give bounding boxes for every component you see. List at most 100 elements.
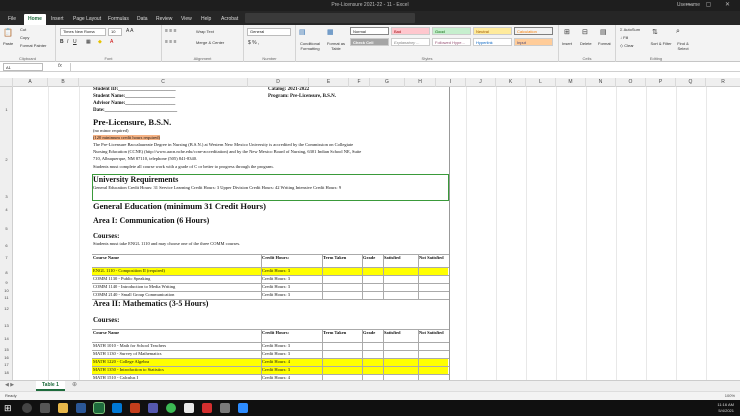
tab-view[interactable]: View (177, 14, 196, 25)
search-icon[interactable] (22, 403, 32, 413)
find-select-button[interactable]: Find & Select (672, 41, 694, 51)
column-header[interactable]: E (309, 78, 349, 87)
row-header[interactable]: 18 (0, 370, 13, 375)
column-header[interactable]: A (13, 78, 48, 87)
format-as-table-button[interactable]: Format as Table (324, 41, 348, 51)
column-header[interactable]: P (646, 78, 676, 87)
tab-review[interactable]: Review (152, 14, 176, 25)
name-box[interactable]: A1 (3, 63, 43, 71)
row-header[interactable]: 10 (0, 288, 13, 293)
borders-icon[interactable]: ▦ (86, 39, 91, 45)
find-select-icon[interactable]: ⌕ (676, 28, 680, 36)
fill-color-icon[interactable]: ◆ (98, 39, 102, 45)
tab-formulas[interactable]: Formulas (104, 14, 133, 25)
tab-insert[interactable]: Insert (47, 14, 68, 25)
row-header[interactable]: 16 (0, 355, 13, 360)
file-explorer-icon[interactable] (58, 403, 68, 413)
delete-button[interactable]: Delete (580, 41, 592, 46)
paste-button[interactable]: Paste (3, 41, 13, 46)
row-header[interactable]: 9 (0, 280, 13, 285)
powerpoint-icon[interactable] (130, 403, 140, 413)
row-header[interactable]: 7 (0, 255, 13, 260)
style-normal[interactable]: Normal (350, 27, 389, 35)
column-header[interactable]: F (349, 78, 370, 87)
style-explanatory[interactable]: Explanatory ... (391, 38, 430, 46)
row-header[interactable]: 14 (0, 336, 13, 341)
word-icon[interactable] (76, 403, 86, 413)
formula-input[interactable] (70, 63, 735, 71)
format-button[interactable]: Format (598, 41, 611, 46)
zoom-level[interactable]: 100% (725, 393, 735, 398)
format-as-table-icon[interactable]: ▦ (327, 28, 334, 36)
bold-button[interactable]: B (60, 39, 64, 45)
app-icon[interactable] (220, 403, 230, 413)
autosum-button[interactable]: Σ AutoSum (620, 27, 640, 32)
copy-button[interactable]: Copy (20, 35, 29, 40)
style-input[interactable]: Input (514, 38, 553, 46)
clear-button[interactable]: ◇ Clear (620, 43, 634, 48)
tab-page-layout[interactable]: Page Layout (69, 14, 105, 25)
select-all-corner[interactable] (0, 78, 13, 87)
window-controls[interactable]: — ▢ ✕ (686, 1, 736, 8)
style-neutral[interactable]: Neutral (473, 27, 512, 35)
insert-button[interactable]: Insert (562, 41, 572, 46)
merge-center-button[interactable]: Merge & Center (196, 40, 224, 45)
format-cells-icon[interactable]: ▤ (600, 28, 607, 36)
cut-button[interactable]: Cut (20, 27, 26, 32)
paste-icon[interactable]: 📋 (3, 28, 13, 37)
column-header[interactable]: G (370, 78, 405, 87)
style-followed-hyperlink[interactable]: Followed Hype... (432, 38, 471, 46)
italic-button[interactable]: I (67, 39, 68, 45)
row-header[interactable]: 11 (0, 295, 13, 300)
column-header[interactable]: C (79, 78, 248, 87)
column-header[interactable]: I (436, 78, 466, 87)
wrap-text-button[interactable]: Wrap Text (196, 29, 214, 34)
style-calculation[interactable]: Calculation (514, 27, 553, 35)
excel-icon[interactable] (93, 402, 105, 414)
row-header[interactable]: 13 (0, 323, 13, 328)
column-header[interactable]: J (466, 78, 496, 87)
insert-cells-icon[interactable]: ⊞ (564, 28, 570, 36)
column-header[interactable]: R (706, 78, 740, 87)
add-sheet-icon[interactable]: ⊕ (72, 381, 77, 388)
align-left-icon[interactable]: ≡ ≡ ≡ (165, 39, 177, 45)
currency-icon[interactable]: $ % , (248, 40, 259, 46)
system-clock[interactable]: 11:16 AM 5/4/2021 (717, 402, 734, 414)
underline-button[interactable]: U (73, 39, 77, 45)
column-header[interactable]: Q (676, 78, 706, 87)
chrome-icon[interactable] (166, 403, 176, 413)
grow-font-icon[interactable]: A A (126, 28, 134, 34)
align-top-icon[interactable]: ≡ ≡ ≡ (165, 28, 177, 34)
column-header[interactable]: L (526, 78, 556, 87)
worksheet-grid[interactable]: Student ID:_______________________ Stude… (13, 87, 740, 380)
font-size-select[interactable]: 10 (108, 28, 122, 36)
column-header[interactable]: K (496, 78, 526, 87)
tab-home[interactable]: Home (24, 14, 46, 25)
style-hyperlink[interactable]: Hyperlink (473, 38, 512, 46)
outlook-icon[interactable] (112, 403, 122, 413)
tab-file[interactable]: File (4, 14, 20, 25)
acrobat-icon[interactable] (202, 403, 212, 413)
sort-filter-button[interactable]: Sort & Filter (650, 41, 672, 46)
row-header[interactable]: 15 (0, 347, 13, 352)
fill-button[interactable]: ↓ Fill (620, 35, 628, 40)
row-header[interactable]: 5 (0, 226, 13, 231)
style-check-cell[interactable]: Check Cell (350, 38, 389, 46)
windows-start-icon[interactable]: ⊞ (4, 403, 14, 413)
font-color-icon[interactable]: A (110, 39, 113, 45)
app-icon[interactable] (184, 403, 194, 413)
row-header[interactable]: 4 (0, 207, 13, 212)
tab-acrobat[interactable]: Acrobat (217, 14, 242, 25)
zoom-app-icon[interactable] (238, 403, 248, 413)
tab-data[interactable]: Data (133, 14, 152, 25)
format-painter-button[interactable]: Format Painter (20, 43, 46, 48)
sort-filter-icon[interactable]: ⇅ (652, 28, 658, 36)
sheet-tab-table-1[interactable]: Table 1 (36, 381, 65, 391)
column-header[interactable]: M (556, 78, 586, 87)
column-header[interactable]: B (48, 78, 79, 87)
tab-help[interactable]: Help (197, 14, 215, 25)
row-header[interactable]: 2 (0, 157, 13, 162)
teams-icon[interactable] (148, 403, 158, 413)
column-header[interactable]: D (248, 78, 309, 87)
row-header[interactable]: 3 (0, 194, 13, 199)
